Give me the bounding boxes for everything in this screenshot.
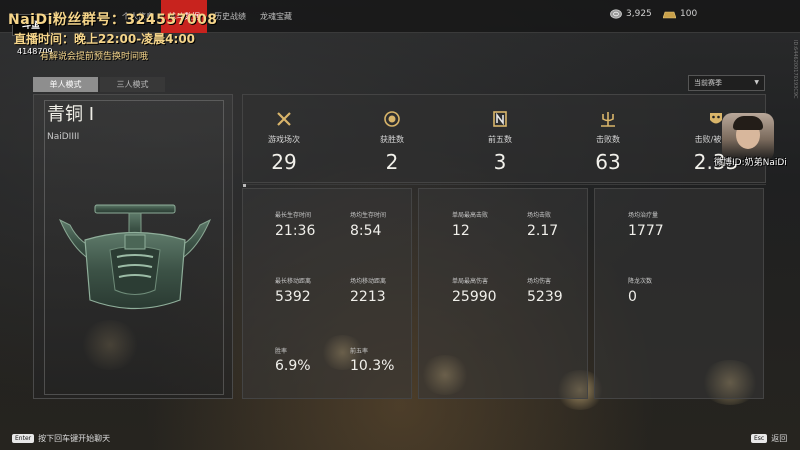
detail-label: 最长生存时间 <box>275 212 312 219</box>
detail-label: 场均击败 <box>527 212 552 219</box>
detail-value: 0 <box>628 289 637 305</box>
detail-value: 25990 <box>452 289 497 305</box>
detail-value: 1777 <box>628 223 664 239</box>
tab-trio-mode[interactable]: 三人模式 <box>100 77 165 92</box>
stat-value: 63 <box>595 150 621 174</box>
detail-value: 12 <box>452 223 470 239</box>
stat-wins: 获胜数 2 <box>362 110 422 174</box>
divider <box>242 184 766 185</box>
player-id-vertical: ID:6446200170193C9C <box>792 40 798 99</box>
silver-currency: 3,925 <box>610 9 652 19</box>
season-dropdown-label: 当前赛季 <box>694 79 722 87</box>
silver-coin-icon <box>610 9 622 19</box>
detail-value: 21:36 <box>275 223 316 239</box>
swords-icon <box>277 112 291 126</box>
tab-dragon-treasure[interactable]: 龙魂宝藏 <box>253 0 299 33</box>
stream-fan-group: NaiDi粉丝群号：324557008 <box>8 12 218 28</box>
detail-label: 前五率 <box>350 348 369 355</box>
stat-top-five: 前五数 3 <box>470 110 530 174</box>
silver-amount: 3,925 <box>626 9 652 19</box>
stat-games-played: 游戏场次 29 <box>254 110 314 174</box>
player-name: NaiDIIII <box>47 132 80 142</box>
stat-label: 击败数 <box>596 135 620 144</box>
stream-schedule: 直播时间：晚上22:00-凌晨4:00 <box>14 32 196 46</box>
stat-label: 获胜数 <box>380 135 404 144</box>
detail-value: 5392 <box>275 289 311 305</box>
scroll-marker <box>243 184 246 187</box>
esc-key-badge: Esc <box>751 434 768 443</box>
detail-value: 8:54 <box>350 223 382 239</box>
stream-notice: 有解说会提前预告换时间哦 <box>40 52 149 62</box>
bronze-rank-emblem-icon <box>59 204 211 310</box>
stat-value: 29 <box>271 150 297 174</box>
trident-icon <box>601 112 615 127</box>
back-label: 返回 <box>771 434 788 443</box>
detail-value: 10.3% <box>350 358 395 374</box>
detail-value: 6.9% <box>275 358 311 374</box>
detail-value: 2213 <box>350 289 386 305</box>
streamer-webcam <box>722 113 774 161</box>
detail-label: 场均治疗量 <box>628 212 659 219</box>
mode-tabs: 单人模式 三人模式 <box>33 77 167 92</box>
stat-value: 3 <box>493 150 507 174</box>
detail-label: 场均移动距离 <box>350 278 387 285</box>
detail-label: 降龙次数 <box>628 278 653 285</box>
detail-label: 单局最高伤害 <box>452 278 489 285</box>
tab-solo-mode[interactable]: 单人模式 <box>33 77 98 92</box>
gold-bar-icon <box>663 11 676 18</box>
season-dropdown[interactable]: 当前赛季 ▼ <box>688 75 765 91</box>
gold-currency: 100 <box>663 9 697 19</box>
stat-value: 2 <box>385 150 399 174</box>
detail-panel-support <box>594 188 764 399</box>
detail-label: 胜率 <box>275 348 288 355</box>
chevron-down-icon: ▼ <box>754 79 759 86</box>
detail-value: 5239 <box>527 289 563 305</box>
stat-label: 游戏场次 <box>268 135 300 144</box>
detail-label: 场均伤害 <box>527 278 552 285</box>
back-button[interactable]: Esc 返回 <box>751 433 787 444</box>
rank-title: 青铜 I <box>47 104 95 125</box>
chat-hint-text: 按下回车键开始聊天 <box>38 434 111 443</box>
detail-label: 场均生存时间 <box>350 212 387 219</box>
chat-hint[interactable]: Enter 按下回车键开始聊天 <box>12 433 110 444</box>
detail-label: 单局最高击败 <box>452 212 489 219</box>
enter-key-badge: Enter <box>12 434 35 443</box>
webcam-hair <box>733 116 763 130</box>
detail-label: 最长移动距离 <box>275 278 312 285</box>
laurel-medal-icon <box>384 111 400 127</box>
stat-kills: 击败数 63 <box>578 110 638 174</box>
stat-label: 前五数 <box>488 135 512 144</box>
top-five-icon <box>493 111 507 127</box>
gold-amount: 100 <box>680 9 698 19</box>
webcam-weibo-label: 微博ID:奶弟NaiDi <box>714 158 787 168</box>
detail-value: 2.17 <box>527 223 559 239</box>
